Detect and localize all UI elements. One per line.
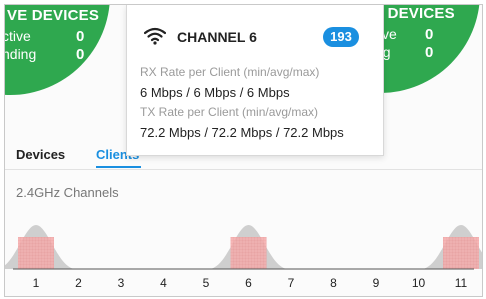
stat-label: ctive: [4, 28, 31, 44]
channel-tick-label: 5: [203, 276, 210, 290]
divider: [5, 169, 482, 170]
channel-tooltip: CHANNEL 6 193 RX Rate per Client (min/av…: [126, 5, 384, 156]
stat-value: 0: [425, 44, 434, 61]
channel-tick-label: 3: [118, 276, 125, 290]
app-frame: VE DEVICES ctive 0 nding 0 ACTIVE DEVICE…: [4, 4, 483, 297]
channel-tick-label: 8: [330, 276, 337, 290]
section-heading: 2.4GHz Channels: [16, 185, 119, 200]
channel-tick-label: 1: [33, 276, 40, 290]
channel-usage-bar[interactable]: [443, 237, 479, 269]
client-count-badge: 193: [323, 27, 359, 47]
channel-tick-label: 6: [245, 276, 252, 290]
inactive-devices-panel: VE DEVICES ctive 0 nding 0: [4, 5, 110, 95]
rx-rate-label: RX Rate per Client (min/avg/max): [140, 65, 320, 79]
stat-value: 0: [76, 28, 85, 45]
stat-value: 0: [76, 46, 85, 63]
channel-tick-label: 2: [75, 276, 82, 290]
channel-usage-bar[interactable]: [230, 237, 267, 269]
tab-devices[interactable]: Devices: [16, 147, 65, 162]
panel-title: VE DEVICES: [7, 7, 100, 24]
active-tab-indicator: [96, 166, 141, 168]
channel-usage-bar[interactable]: [18, 237, 54, 269]
channel-title: CHANNEL 6: [177, 29, 257, 45]
wifi-icon: [144, 27, 166, 45]
channel-tick-label: 11: [455, 276, 468, 290]
channel-tick-label: 10: [412, 276, 426, 290]
stat-label: nding: [4, 46, 37, 62]
channel-tick-label: 7: [288, 276, 295, 290]
channel-tick-label: 4: [160, 276, 167, 290]
stat-row: ctive 0: [4, 28, 84, 45]
tx-rate-label: TX Rate per Client (min/avg/max): [140, 105, 319, 119]
tx-rate-value: 72.2 Mbps / 72.2 Mbps / 72.2 Mbps: [140, 125, 344, 140]
channel-tick-label: 9: [373, 276, 380, 290]
stat-value: 0: [425, 26, 434, 43]
rx-rate-value: 6 Mbps / 6 Mbps / 6 Mbps: [140, 85, 290, 100]
channel-chart: 1 2 3 4 5 6 7 8 9 10 11: [5, 225, 482, 290]
stat-row: nding 0: [4, 46, 84, 63]
